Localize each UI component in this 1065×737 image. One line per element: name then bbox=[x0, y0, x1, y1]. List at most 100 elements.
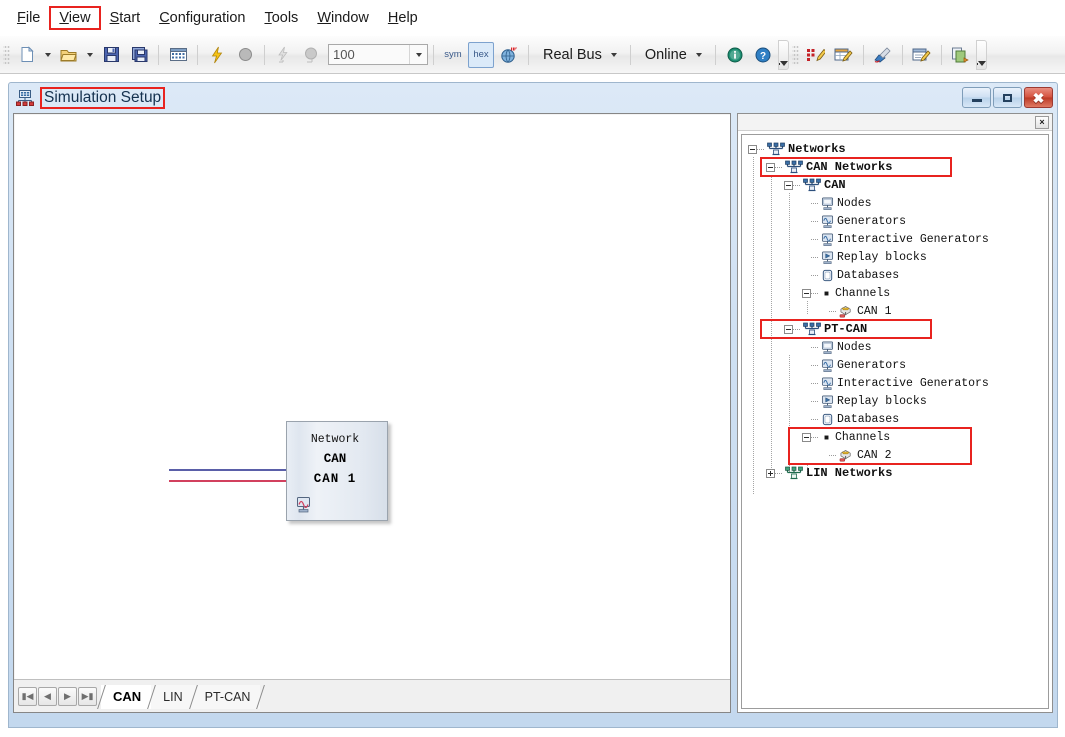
measurement-setup-icon[interactable] bbox=[165, 42, 191, 68]
tab-nav-first[interactable]: ▮◀ bbox=[18, 687, 37, 706]
tab-can[interactable]: CAN bbox=[101, 685, 151, 709]
open-folder-icon[interactable] bbox=[56, 42, 82, 68]
menu-item-window[interactable]: Window bbox=[308, 7, 378, 29]
real-bus-caret[interactable] bbox=[611, 53, 617, 57]
tree-item-generators[interactable]: Generators bbox=[746, 356, 1048, 374]
window-title-bar[interactable]: Simulation Setup ✖ bbox=[9, 83, 1057, 113]
counter-input[interactable]: 100 bbox=[329, 47, 409, 62]
counter-combo[interactable]: 100 bbox=[328, 44, 428, 65]
networks-tree: NetworksCAN NetworksCANNodesGeneratorsIn… bbox=[742, 135, 1048, 482]
menu-item-start[interactable]: Start bbox=[101, 7, 150, 29]
generator-icon bbox=[821, 215, 834, 228]
tree-item-replay-blocks[interactable]: Replay blocks bbox=[746, 248, 1048, 266]
tree-item-channels[interactable]: Channels bbox=[746, 284, 1048, 302]
menu-item-help[interactable]: Help bbox=[379, 7, 427, 29]
networks-lin-icon bbox=[785, 466, 803, 480]
collapse-toggle-icon[interactable] bbox=[766, 163, 775, 172]
table-edit-icon[interactable] bbox=[831, 42, 857, 68]
tree-item-interactive-generators[interactable]: Interactive Generators bbox=[746, 374, 1048, 392]
tree-item-pt-can[interactable]: PT-CAN bbox=[746, 320, 1048, 338]
new-document-dropdown-caret[interactable] bbox=[45, 53, 51, 57]
collapse-toggle-icon[interactable] bbox=[802, 433, 811, 442]
tree-connector bbox=[811, 221, 819, 222]
tree-item-networks[interactable]: Networks bbox=[746, 140, 1048, 158]
networks-icon bbox=[803, 322, 821, 336]
tree-item-replay-blocks[interactable]: Replay blocks bbox=[746, 392, 1048, 410]
stop-offline-disabled-icon bbox=[299, 42, 325, 68]
tree-item-interactive-generators[interactable]: Interactive Generators bbox=[746, 230, 1048, 248]
tree-connector bbox=[811, 293, 819, 294]
save-icon[interactable] bbox=[98, 42, 124, 68]
collapse-toggle-icon[interactable] bbox=[748, 145, 757, 154]
tree-item-databases[interactable]: Databases bbox=[746, 410, 1048, 428]
toolbar-grip-2[interactable] bbox=[792, 44, 799, 66]
tree-item-nodes[interactable]: Nodes bbox=[746, 194, 1048, 212]
tree-panel-close-icon[interactable]: × bbox=[1035, 116, 1049, 129]
maximize-button[interactable] bbox=[993, 87, 1022, 108]
tree-connector bbox=[811, 275, 819, 276]
close-button[interactable]: ✖ bbox=[1024, 87, 1053, 108]
menu-item-tools[interactable]: Tools bbox=[255, 7, 307, 29]
tree-item-lin-networks[interactable]: LIN Networks bbox=[746, 464, 1048, 482]
tree-item-databases[interactable]: Databases bbox=[746, 266, 1048, 284]
tree-item-label: Generators bbox=[837, 359, 906, 372]
network-block-can1[interactable]: Network CAN CAN 1 bbox=[286, 421, 388, 521]
can-channel-icon bbox=[839, 449, 854, 462]
tree-item-can-networks[interactable]: CAN Networks bbox=[746, 158, 1048, 176]
trace-config-icon[interactable] bbox=[803, 42, 829, 68]
networks-tree-scroll[interactable]: NetworksCAN NetworksCANNodesGeneratorsIn… bbox=[741, 134, 1049, 709]
counter-dropdown-caret[interactable] bbox=[409, 45, 427, 64]
online-button[interactable]: Online bbox=[637, 42, 709, 68]
tree-item-can-2[interactable]: CAN 2 bbox=[746, 446, 1048, 464]
minimize-button[interactable] bbox=[962, 87, 991, 108]
menu-item-file[interactable]: File bbox=[8, 7, 49, 29]
copy-pages-icon[interactable] bbox=[948, 42, 974, 68]
new-document-icon[interactable] bbox=[14, 42, 40, 68]
stop-circle-icon[interactable] bbox=[232, 42, 258, 68]
tree-item-can-1[interactable]: CAN 1 bbox=[746, 302, 1048, 320]
online-caret[interactable] bbox=[696, 53, 702, 57]
toolbar-grip-1[interactable] bbox=[3, 44, 10, 66]
tree-panel-header: × bbox=[738, 114, 1052, 131]
toolbar-overflow-icon-2[interactable] bbox=[976, 40, 987, 70]
tree-item-nodes[interactable]: Nodes bbox=[746, 338, 1048, 356]
real-bus-button[interactable]: Real Bus bbox=[535, 42, 624, 68]
hex-button[interactable]: hex bbox=[468, 42, 494, 68]
start-lightning-icon[interactable] bbox=[204, 42, 230, 68]
collapse-toggle-icon[interactable] bbox=[784, 181, 793, 190]
tree-item-can[interactable]: CAN bbox=[746, 176, 1048, 194]
simulation-canvas[interactable]: Network CAN CAN 1 bbox=[14, 114, 730, 678]
tab-pt-can[interactable]: PT-CAN bbox=[193, 685, 261, 709]
tree-item-generators[interactable]: Generators bbox=[746, 212, 1048, 230]
menu-item-configuration[interactable]: Configuration bbox=[150, 7, 254, 29]
tree-connector bbox=[811, 257, 819, 258]
can-channel-icon bbox=[839, 305, 854, 318]
tree-connector bbox=[775, 473, 783, 474]
simulation-canvas-frame: Network CAN CAN 1 bbox=[13, 113, 731, 713]
collapse-toggle-icon[interactable] bbox=[784, 325, 793, 334]
note-edit-icon[interactable] bbox=[909, 42, 935, 68]
tab-nav-last[interactable]: ▶▮ bbox=[78, 687, 97, 706]
replay-block-icon bbox=[821, 395, 834, 408]
tree-connector bbox=[811, 239, 819, 240]
tree-item-label: CAN 1 bbox=[857, 305, 892, 318]
tab-lin[interactable]: LIN bbox=[151, 685, 192, 709]
help-icon[interactable]: ? bbox=[750, 42, 776, 68]
tree-item-label: Replay blocks bbox=[837, 395, 927, 408]
collapse-toggle-icon[interactable] bbox=[802, 289, 811, 298]
info-icon[interactable] bbox=[722, 42, 748, 68]
tree-item-channels[interactable]: Channels bbox=[746, 428, 1048, 446]
open-folder-dropdown-caret[interactable] bbox=[87, 53, 93, 57]
sheet-tabs: CAN LIN PT-CAN bbox=[101, 684, 274, 709]
networks-tree-panel: × NetworksCAN NetworksCANNodesGenerators… bbox=[737, 113, 1053, 713]
sym-button[interactable]: sym bbox=[440, 42, 466, 68]
save-all-icon[interactable] bbox=[126, 42, 152, 68]
toolbar-overflow-icon[interactable] bbox=[778, 40, 789, 70]
expand-toggle-icon[interactable] bbox=[766, 469, 775, 478]
menu-item-view[interactable]: View bbox=[50, 7, 99, 29]
tree-connector bbox=[829, 455, 837, 456]
tab-nav-next[interactable]: ▶ bbox=[58, 687, 77, 706]
tab-nav-previous[interactable]: ◀ bbox=[38, 687, 57, 706]
globe-refresh-icon[interactable] bbox=[496, 42, 522, 68]
paint-brush-icon[interactable] bbox=[870, 42, 896, 68]
